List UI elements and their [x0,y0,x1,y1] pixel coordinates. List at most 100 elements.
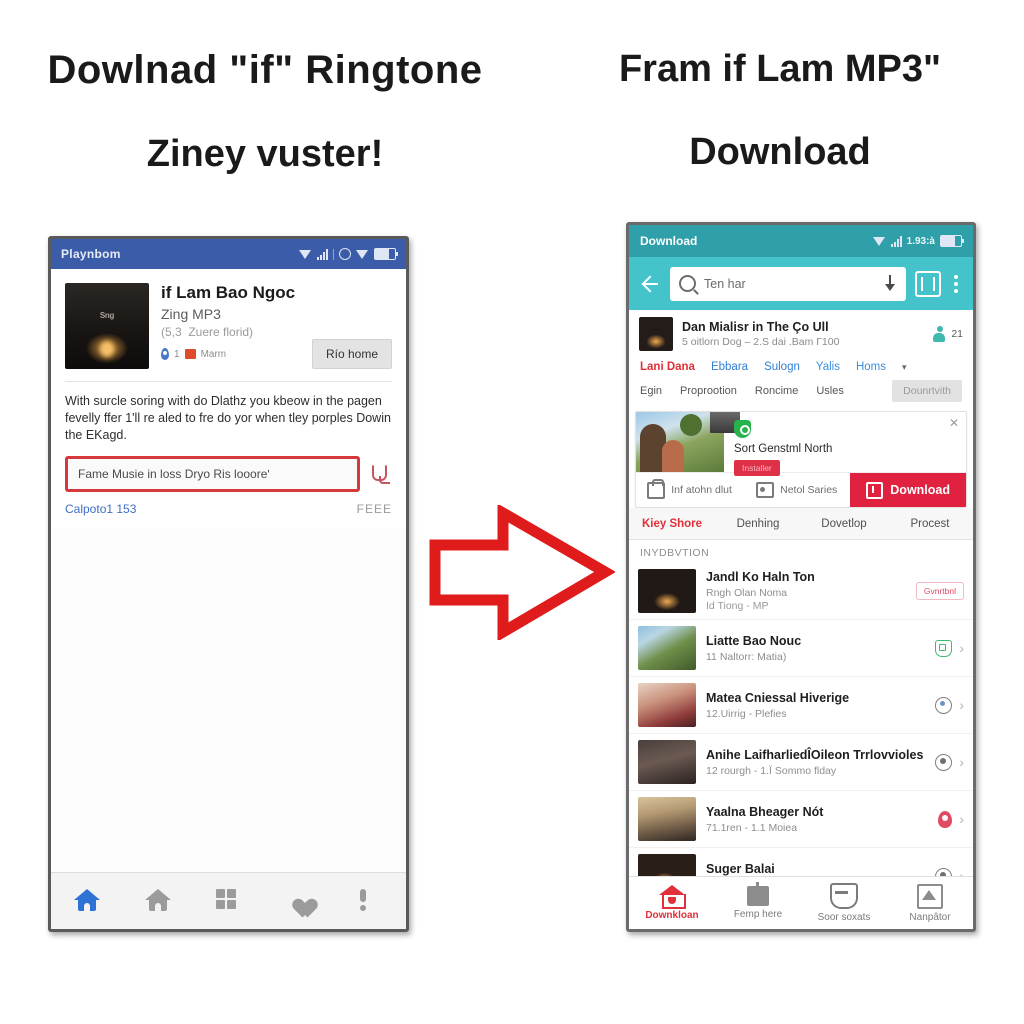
right-heading-block: Fram if Lam MP3" Download [560,48,1000,174]
card-icon[interactable] [915,270,941,297]
sidebar-item-nanpator[interactable]: Nanpâtor [887,883,973,923]
battery-icon [374,248,398,260]
nav-label-nanpator: Nanpâtor [909,911,951,923]
list-item-actions: › [935,639,964,657]
link-proprootion[interactable]: Proprootion [680,385,737,397]
link-ebbara[interactable]: Ebbara [711,361,748,373]
close-icon[interactable]: ✕ [949,417,959,429]
chevron-right-icon[interactable]: › [959,697,964,713]
wifi2-icon [356,249,369,259]
featured-title: Dan Mialisr in The Ço Ull [682,320,829,334]
list-item[interactable]: Yaalna Bheager Nót 71.1ren - 1.1 Moiea › [629,791,973,848]
left-empty-area [51,528,406,872]
sidebar-item-download[interactable]: Downkloan [629,885,715,921]
chevron-down-icon[interactable]: ▾ [902,362,907,373]
album-art-label: Sng [99,311,115,321]
list-item-actions: › [935,867,964,876]
list-item-text: Matea Cniessal Hiverige 12.Uirrig - Plef… [706,691,925,720]
ris-home-button[interactable]: Río home [311,339,392,369]
nav-label-femp: Femp here [733,909,783,920]
chevron-right-icon[interactable]: › [959,754,964,770]
link-usles[interactable]: Usles [816,385,844,397]
list-item-subtitle: 12 rourgh - 1.Ï Sommo flday [706,764,837,777]
list-thumbnail [638,797,696,841]
left-body-text: With surcle soring with do Dlathz you kb… [65,394,391,442]
sidebar-item-home[interactable] [73,889,100,913]
list-item-subtitle2: Id Tiong - MP [706,600,769,612]
person-icon [933,326,946,342]
section-label: INYDBVTION [629,540,973,563]
back-arrow-icon[interactable] [639,273,661,295]
links-row-secondary: Egin Proprootion Roncime Usles Dounrtvit… [629,376,973,408]
search-input[interactable]: Fame Musie in loss Dryo Ris loooreʹ [65,456,360,492]
tab-kiey-shore[interactable]: Kiey Shore [629,518,715,530]
sidebar-item-femp[interactable]: Femp here [715,882,801,920]
left-footer-row: Calpoto1 153 FEEE [65,502,392,528]
caption-link[interactable]: Calpoto1 153 [65,502,136,516]
left-status-title: Playnbom [61,247,121,261]
sidebar-item-soor[interactable]: Soor soxats [801,883,887,923]
download-box-icon [866,481,884,499]
chip-sep: 1 [174,348,180,360]
sidebar-item-shows[interactable] [144,889,171,913]
right-toolbar: Ten har [629,257,973,310]
left-search-row: Fame Musie in loss Dryo Ris loooreʹ [65,456,392,492]
link-lani-dana[interactable]: Lani Dana [640,361,695,373]
list-item-subtitle: 12.Uirrig - Plefies [706,707,787,720]
list-item-subtitle: 11 Naltorr: Matia) [706,650,787,663]
sidebar-item-favorites[interactable] [287,889,313,913]
link-yalis[interactable]: Yalis [816,361,840,373]
link-sulogn[interactable]: Sulogn [764,361,800,373]
monitor-icon [747,882,769,906]
featured-row[interactable]: Dan Mialisr in The Ço Ull 5 oitlorn Dog … [629,310,973,357]
divider [333,248,334,260]
link-homs[interactable]: Homs [856,361,886,373]
signal-icon [890,235,902,247]
status-badge[interactable]: Gvnrtbnl [915,582,964,600]
phone-icon[interactable] [368,463,392,485]
sidebar-item-grid[interactable] [215,889,242,913]
featured-count: 21 [951,328,963,340]
download-arrow-icon[interactable] [883,275,897,292]
ad-action-1-label: Inf atohn dlut [671,484,732,496]
chevron-right-icon[interactable]: › [959,811,964,827]
list-item-text: Liatte Bao Nouc 11 Naltorr: Matia) [706,634,925,663]
list-item[interactable]: Suger Balai Gbcikzznalpi Ivbnonennds › [629,848,973,876]
download-home-icon [659,885,686,909]
left-heading-line1: Dowlnad "if" Ringtone [47,48,483,92]
dounrtvith-button[interactable]: Dounrtvith [892,380,962,402]
status-text: 1.93:à [906,235,935,247]
ad-action-1[interactable]: Inf atohn dlut [636,473,743,507]
list-item[interactable]: Matea Cniessal Hiverige 12.Uirrig - Plef… [629,677,973,734]
chevron-right-icon[interactable]: › [959,868,964,876]
ad-download-label: Download [890,483,950,497]
ad-download-button[interactable]: Download [850,473,966,507]
right-heading-line2: Download [689,131,871,173]
ad-badge: Installer [734,460,780,476]
target-icon[interactable] [935,753,953,771]
left-bottom-nav [51,872,406,929]
pin-red-icon[interactable] [938,810,953,828]
ad-action-2[interactable]: Netol Saries [743,473,850,507]
list-item-text: Suger Balai Gbcikzznalpi Ivbnonennds [706,862,925,877]
person-blue-icon[interactable] [935,696,953,714]
sidebar-item-alerts[interactable] [358,889,384,913]
chevron-right-icon[interactable]: › [959,640,964,656]
link-roncime[interactable]: Roncime [755,385,798,397]
list-item[interactable]: Liatte Bao Nouc 11 Naltorr: Matia) › [629,620,973,677]
list-item[interactable]: Anihe LaifharliedÎOileon Trrlovvioles 12… [629,734,973,791]
kebab-menu-icon[interactable] [950,274,963,293]
tab-procest[interactable]: Procest [887,518,973,530]
left-heading-line2: Ziney vuster! [146,133,384,175]
tab-denhing[interactable]: Denhing [715,518,801,530]
featured-subtitle: 5 oitlorn Dog – 2.S dai .Bam Г100 [682,336,840,348]
tab-dovetlop[interactable]: Dovetlop [801,518,887,530]
target-icon[interactable] [935,867,953,876]
list-item[interactable]: Jandl Ko Haln Ton Rngh Olan Noma Id Tion… [629,563,973,620]
shield-green-icon[interactable] [935,639,953,657]
search-input[interactable]: Ten har [670,266,906,301]
content-tabs: Kiey Shore Denhing Dovetlop Procest [629,508,973,540]
shield-icon [830,883,858,909]
headings-area: Dowlnad "if" Ringtone Ziney vuster! Fram… [0,0,1024,210]
link-egin[interactable]: Egin [640,385,662,397]
